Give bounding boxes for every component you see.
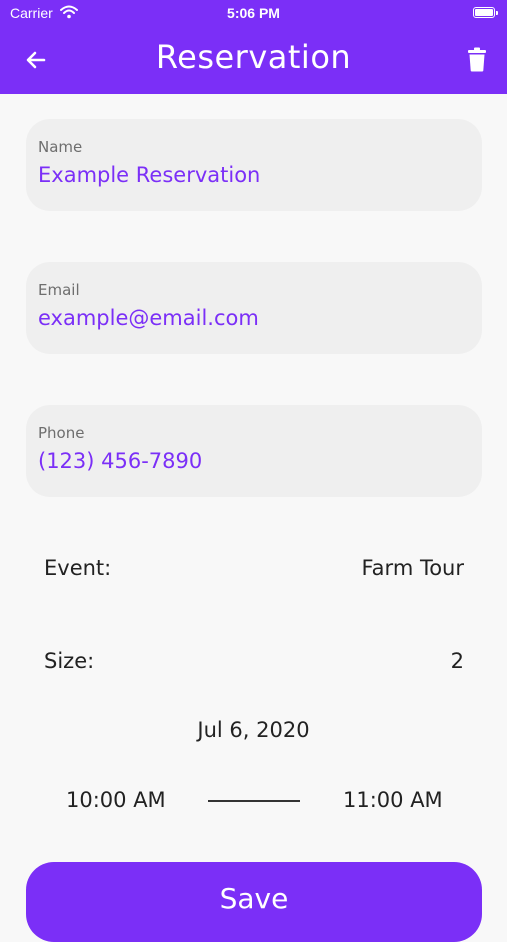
page-title: Reservation xyxy=(155,38,352,76)
name-field-value[interactable]: Example Reservation xyxy=(38,163,260,187)
email-field-value[interactable]: example@email.com xyxy=(38,306,259,330)
end-time-picker[interactable]: 11:00 AM xyxy=(343,788,443,812)
status-bar: Carrier 5:06 PM xyxy=(0,0,507,28)
name-field-label: Name xyxy=(38,138,83,156)
trash-icon xyxy=(468,47,486,72)
event-label: Event: xyxy=(44,556,112,580)
save-button-label: Save xyxy=(219,882,289,915)
event-picker[interactable]: Farm Tour xyxy=(362,556,464,580)
size-picker[interactable]: 2 xyxy=(451,649,464,673)
email-field-label: Email xyxy=(38,281,80,299)
email-field[interactable]: Email example@email.com xyxy=(26,262,482,354)
date-picker[interactable]: Jul 6, 2020 xyxy=(0,718,507,742)
start-time-picker[interactable]: 10:00 AM xyxy=(66,788,166,812)
name-field[interactable]: Name Example Reservation xyxy=(26,119,482,211)
phone-field[interactable]: Phone (123) 456-7890 xyxy=(26,405,482,497)
save-button[interactable]: Save xyxy=(26,862,482,942)
status-time: 5:06 PM xyxy=(227,5,280,21)
app-bar: Reservation xyxy=(0,28,507,94)
battery-icon xyxy=(473,7,498,18)
size-label: Size: xyxy=(44,649,95,673)
time-range-divider xyxy=(208,800,300,802)
phone-field-value[interactable]: (123) 456-7890 xyxy=(38,449,202,473)
delete-button[interactable] xyxy=(461,44,493,76)
phone-field-label: Phone xyxy=(38,424,85,442)
